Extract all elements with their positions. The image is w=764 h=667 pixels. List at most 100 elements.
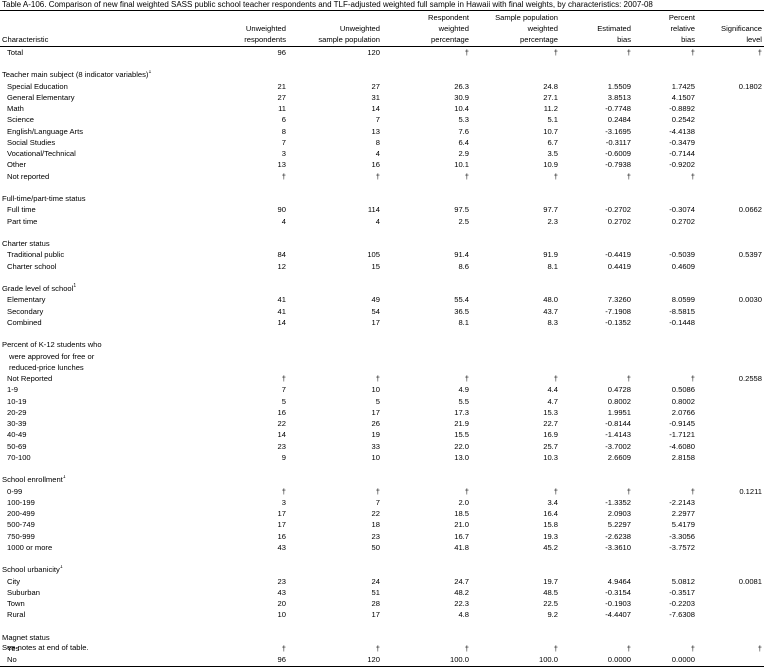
row-label bbox=[0, 621, 192, 632]
table-cell: † bbox=[553, 171, 558, 181]
table-cell: 1.7425 bbox=[671, 81, 695, 91]
table-cell: 23 bbox=[277, 441, 286, 451]
table-cell bbox=[471, 565, 560, 576]
table-cell: 15.8 bbox=[543, 520, 558, 530]
row-label: Science bbox=[0, 115, 192, 126]
table-row: English/Language Arts 8 13 7.6 10.7 -3.1695 -4… bbox=[0, 126, 764, 137]
row-label-text: School enrollment bbox=[2, 475, 63, 485]
table-cell: 6 bbox=[281, 115, 286, 125]
column-header: Unweighted respondents bbox=[192, 11, 288, 47]
spacer-row bbox=[0, 182, 764, 193]
table-cell: 14 bbox=[277, 430, 286, 440]
table-cell: 50 bbox=[371, 542, 380, 552]
table-cell: 16.9 bbox=[543, 430, 558, 440]
table-cell bbox=[697, 182, 764, 193]
table-cell bbox=[288, 351, 382, 362]
table-cell bbox=[471, 182, 560, 193]
row-label-text: Teacher main subject (8 indicator variab… bbox=[2, 70, 149, 80]
table-cell bbox=[192, 632, 288, 643]
table-cell bbox=[382, 238, 471, 249]
row-label-text: Total bbox=[7, 47, 24, 57]
table-cell bbox=[697, 126, 764, 137]
table-cell: 9 bbox=[281, 452, 286, 462]
table-row: 10-19 5 5 5.5 4.7 0.8002 0.8002 bbox=[0, 396, 764, 407]
table-cell: 5.3 bbox=[458, 115, 469, 125]
table-cell: 5.2297 bbox=[607, 520, 631, 530]
table-cell: 21.9 bbox=[454, 419, 469, 429]
table-cell bbox=[288, 553, 382, 564]
table-cell bbox=[382, 362, 471, 373]
table-cell bbox=[697, 137, 764, 148]
table-cell: 7 bbox=[281, 385, 286, 395]
table-cell bbox=[288, 632, 382, 643]
table-cell: 91.9 bbox=[543, 250, 558, 260]
row-label-text: Charter school bbox=[7, 261, 57, 271]
row-label-text: 40-49 bbox=[7, 430, 27, 440]
column-header-line: weighted bbox=[527, 24, 558, 33]
table-row: Town 20 28 22.3 22.5 -0.1903 -0.2203 bbox=[0, 598, 764, 609]
table-cell: 18 bbox=[371, 520, 380, 530]
table-cell: 49 bbox=[371, 295, 380, 305]
row-label bbox=[0, 227, 192, 238]
table-row: General Elementary 27 31 30.9 27.1 3.8513 4.15… bbox=[0, 92, 764, 103]
table-row: Elementary 41 49 55.4 48.0 7.3260 8.0599 0.0030 bbox=[0, 295, 764, 306]
table-cell bbox=[288, 238, 382, 249]
column-header-line: percentage bbox=[431, 35, 469, 44]
row-label: 70-100 bbox=[0, 452, 192, 463]
table-cell bbox=[697, 385, 764, 396]
table-cell: 22.0 bbox=[454, 441, 469, 451]
table-cell bbox=[471, 58, 560, 69]
table-cell: † bbox=[464, 486, 469, 496]
table-cell bbox=[633, 362, 697, 373]
table-cell bbox=[560, 182, 633, 193]
table-cell: 5 bbox=[375, 396, 380, 406]
table-cell: 23 bbox=[371, 531, 380, 541]
row-label: 750-999 bbox=[0, 531, 192, 542]
table-cell: 0.0030 bbox=[738, 295, 762, 305]
table-cell: 0.5397 bbox=[738, 250, 762, 260]
row-label-text: Social Studies bbox=[7, 137, 56, 147]
row-label: Other bbox=[0, 160, 192, 171]
row-label: 200-499 bbox=[0, 508, 192, 519]
table-cell: 4 bbox=[375, 149, 380, 159]
column-header-line: Respondent bbox=[428, 13, 469, 22]
row-label-text: Special Education bbox=[7, 81, 68, 91]
column-header-line: weighted bbox=[438, 24, 469, 33]
table-cell: -0.9145 bbox=[669, 419, 695, 429]
table-cell bbox=[471, 463, 560, 474]
spacer-row bbox=[0, 621, 764, 632]
table-cell: 96 bbox=[277, 655, 286, 665]
table-cell: 3.8513 bbox=[607, 92, 631, 102]
table-cell bbox=[382, 475, 471, 486]
row-label-text: Town bbox=[7, 599, 25, 609]
table-row: 50-69 23 33 22.0 25.7 -3.7002 -4.6080 bbox=[0, 441, 764, 452]
table-cell: 4.4 bbox=[547, 385, 558, 395]
table-cell: -0.6009 bbox=[605, 149, 631, 159]
table-cell: 9.2 bbox=[547, 610, 558, 620]
row-label: 500-749 bbox=[0, 520, 192, 531]
table-cell: 2.8158 bbox=[671, 452, 695, 462]
footnote-marker: 1 bbox=[62, 474, 66, 481]
table-cell: 11.2 bbox=[543, 104, 558, 114]
table-cell: 13 bbox=[371, 126, 380, 136]
table-cell: 27 bbox=[371, 81, 380, 91]
row-label-text: 10-19 bbox=[7, 396, 27, 406]
table-cell bbox=[697, 452, 764, 463]
table-cell: 24 bbox=[371, 576, 380, 586]
table-header: Characteristic Unweighted respondents Unwei… bbox=[0, 10, 764, 47]
row-label-text: General Elementary bbox=[7, 92, 75, 102]
table-cell: 4.9 bbox=[458, 385, 469, 395]
table-cell: 48.5 bbox=[543, 587, 558, 597]
table-cell: 22 bbox=[277, 419, 286, 429]
table-cell: † bbox=[690, 374, 695, 384]
table-cell bbox=[560, 193, 633, 204]
table-cell: 41 bbox=[277, 306, 286, 316]
footnote-marker: 1 bbox=[59, 564, 63, 571]
header-row: Characteristic Unweighted respondents Unwei… bbox=[0, 11, 764, 47]
table-cell: 7.3260 bbox=[607, 295, 631, 305]
table-cell bbox=[697, 171, 764, 182]
table-cell bbox=[471, 475, 560, 486]
column-header-line: relative bbox=[670, 24, 695, 33]
table-cell bbox=[288, 227, 382, 238]
table-cell: 0.2558 bbox=[738, 374, 762, 384]
